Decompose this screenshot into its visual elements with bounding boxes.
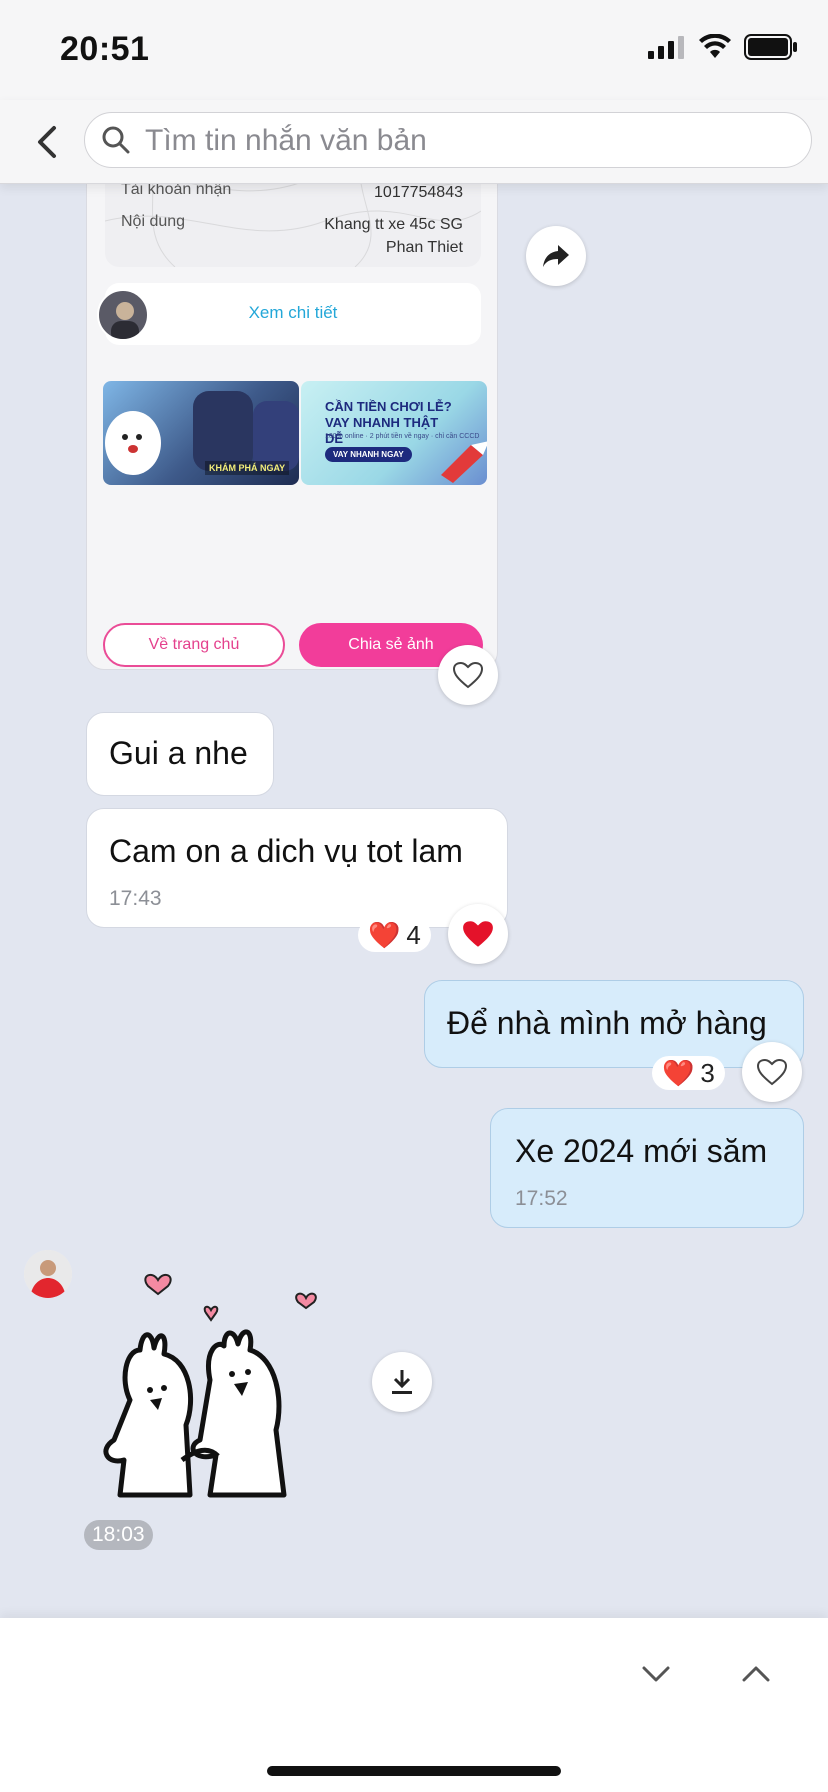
message-text: Cam on a dich vụ tot lam	[109, 833, 463, 869]
receipt-row-value: 1017754843	[374, 184, 463, 201]
reaction-count[interactable]: ❤️ 4	[358, 918, 431, 952]
chevron-up-icon[interactable]	[736, 1654, 776, 1694]
bottom-bar	[0, 1618, 828, 1792]
sender-avatar[interactable]	[24, 1250, 72, 1298]
receipt-row-content: Nội dung Khang tt xe 45c SG Phan Thiet	[121, 213, 463, 259]
message-bubble[interactable]: Cam on a dich vụ tot lam 17:43	[86, 808, 508, 928]
forward-icon	[543, 245, 569, 267]
download-sticker-button[interactable]	[372, 1352, 432, 1412]
message-text: Xe 2024 mới săm	[515, 1133, 768, 1169]
status-bar: 20:51	[0, 0, 828, 100]
reaction-count-number: 4	[406, 919, 421, 950]
my-message-bubble[interactable]: Xe 2024 mới săm 17:52	[490, 1108, 804, 1228]
heart-filled-icon: ❤️	[662, 1057, 695, 1088]
heart-outline-icon	[452, 661, 484, 689]
download-icon	[392, 1370, 412, 1394]
view-detail-link[interactable]: Xem chi tiết	[105, 303, 481, 323]
rabbit-sticker[interactable]	[100, 1250, 330, 1500]
message-bubble[interactable]: Gui a nhe	[86, 712, 274, 796]
heart-filled-icon: ❤️	[368, 919, 401, 950]
receipt-row-label: Nội dung	[121, 213, 186, 230]
battery-icon	[744, 34, 797, 60]
reacted-heart-button[interactable]	[448, 904, 508, 964]
receipt-row-account: Tài khoản nhận 1017754843	[121, 181, 463, 204]
signal-icon	[648, 36, 684, 59]
message-time: 17:52	[515, 1187, 568, 1210]
search-box[interactable]	[84, 112, 812, 168]
search-icon	[102, 126, 130, 154]
heart-outline-icon	[756, 1058, 788, 1086]
like-button[interactable]	[742, 1042, 802, 1102]
promo-banner-tag: KHÁM PHÁ NGAY	[205, 461, 290, 475]
reaction-count-number: 3	[700, 1057, 715, 1088]
home-button[interactable]: Về trang chủ	[103, 623, 285, 667]
promo-banner-loan[interactable]: CẦN TIỀN CHƠI LỄ? VAY NHANH THẬT DỄ 100%…	[301, 381, 487, 485]
chevron-down-icon[interactable]	[636, 1654, 676, 1694]
receipt-row-label: Tài khoản nhận	[121, 181, 232, 198]
promo-loan-button[interactable]: VAY NHANH NGAY	[325, 447, 412, 462]
promo-banner-mascot[interactable]: KHÁM PHÁ NGAY	[103, 381, 299, 485]
search-input[interactable]	[145, 121, 785, 161]
home-indicator	[267, 1766, 561, 1776]
reaction-count[interactable]: ❤️ 3	[652, 1056, 725, 1090]
sticker-time: 18:03	[84, 1520, 153, 1550]
heart-filled-icon	[463, 921, 493, 947]
receipt-row-value: Khang tt xe 45c SG Phan Thiet	[324, 216, 463, 256]
message-text: Để nhà mình mở hàng	[447, 1005, 767, 1041]
wifi-icon	[699, 34, 731, 58]
message-text: Gui a nhe	[109, 735, 248, 771]
status-icons	[646, 34, 798, 60]
back-chevron-icon[interactable]	[28, 120, 68, 164]
message-time: 17:43	[109, 887, 162, 910]
search-header	[0, 100, 828, 184]
receipt-detail-row[interactable]: Xem chi tiết	[97, 283, 481, 345]
payment-receipt-image[interactable]: Tài khoản nhận 1017754843 Nội dung Khang…	[86, 150, 498, 670]
like-button[interactable]	[438, 645, 498, 705]
status-time: 20:51	[60, 30, 150, 68]
forward-button[interactable]	[526, 226, 586, 286]
